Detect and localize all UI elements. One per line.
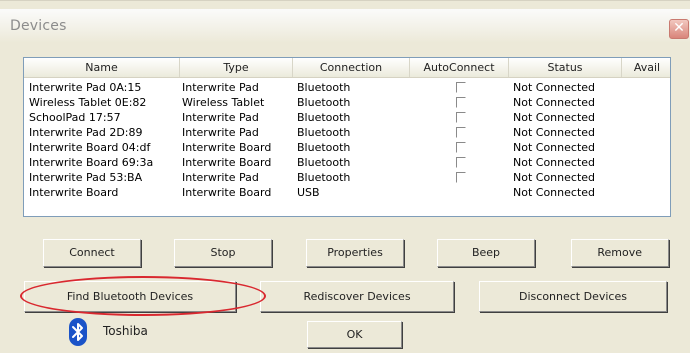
column-header-type[interactable]: Type	[180, 58, 293, 77]
device-status: Not Connected	[513, 126, 596, 139]
device-status: Not Connected	[513, 186, 596, 199]
device-name: Wireless Tablet 0E:82	[29, 96, 147, 109]
device-type: Interwrite Pad	[182, 126, 259, 139]
table-row[interactable]: SchoolPad 17:57 Interwrite Pad Bluetooth…	[24, 110, 670, 125]
table-row[interactable]: Interwrite Pad 53:BA Interwrite Pad Blue…	[24, 170, 670, 185]
device-type: Wireless Tablet	[182, 96, 265, 109]
bluetooth-icon	[69, 318, 87, 346]
title-bar	[0, 9, 690, 43]
autoconnect-checkbox[interactable]	[456, 97, 466, 108]
device-status: Not Connected	[513, 111, 596, 124]
connect-button[interactable]: Connect	[43, 239, 141, 267]
device-name: Interwrite Pad 53:BA	[29, 171, 143, 184]
device-status: Not Connected	[513, 96, 596, 109]
table-row[interactable]: Interwrite Board 04:df Interwrite Board …	[24, 140, 670, 155]
device-type: Interwrite Board	[182, 141, 272, 154]
close-button[interactable]: ✕	[669, 19, 689, 39]
autoconnect-checkbox[interactable]	[456, 172, 466, 183]
device-type: Interwrite Pad	[182, 81, 259, 94]
autoconnect-checkbox[interactable]	[456, 82, 466, 93]
device-connection: Bluetooth	[297, 111, 351, 124]
device-connection: Bluetooth	[297, 171, 351, 184]
bluetooth-rune	[72, 323, 83, 341]
disconnect-devices-button[interactable]: Disconnect Devices	[479, 281, 667, 312]
close-icon: ✕	[673, 20, 685, 36]
device-type: Interwrite Board	[182, 186, 272, 199]
device-name: Interwrite Pad 0A:15	[29, 81, 142, 94]
table-row[interactable]: Interwrite Board 69:3a Interwrite Board …	[24, 155, 670, 170]
device-status: Not Connected	[513, 156, 596, 169]
ok-button[interactable]: OK	[307, 321, 402, 348]
device-type: Interwrite Board	[182, 156, 272, 169]
device-name: Interwrite Pad 2D:89	[29, 126, 143, 139]
column-header-status[interactable]: Status	[509, 58, 622, 77]
highlight-ellipse	[20, 276, 266, 316]
table-row[interactable]: Interwrite Board Interwrite Board USB No…	[24, 185, 670, 200]
column-header-avail[interactable]: Avail	[622, 58, 670, 77]
table-row[interactable]: Interwrite Pad 0A:15 Interwrite Pad Blue…	[24, 80, 670, 95]
device-name: SchoolPad 17:57	[29, 111, 121, 124]
column-header-connection[interactable]: Connection	[293, 58, 410, 77]
bluetooth-stack-label: Toshiba	[103, 324, 148, 338]
stop-button[interactable]: Stop	[174, 239, 272, 267]
device-status: Not Connected	[513, 141, 596, 154]
device-connection: Bluetooth	[297, 126, 351, 139]
properties-button[interactable]: Properties	[306, 239, 404, 267]
device-type: Interwrite Pad	[182, 111, 259, 124]
device-status: Not Connected	[513, 171, 596, 184]
remove-button[interactable]: Remove	[571, 239, 669, 267]
device-name: Interwrite Board	[29, 186, 119, 199]
device-name: Interwrite Board 04:df	[29, 141, 151, 154]
column-header-name[interactable]: Name	[24, 58, 180, 77]
device-connection: Bluetooth	[297, 96, 351, 109]
device-name: Interwrite Board 69:3a	[29, 156, 154, 169]
beep-button[interactable]: Beep	[437, 239, 535, 267]
autoconnect-checkbox[interactable]	[456, 157, 466, 168]
device-status: Not Connected	[513, 81, 596, 94]
window-title: Devices	[10, 18, 67, 34]
devices-window: Devices ✕ Name Type Connection AutoConne…	[0, 0, 690, 353]
table-row[interactable]: Interwrite Pad 2D:89 Interwrite Pad Blue…	[24, 125, 670, 140]
table-row[interactable]: Wireless Tablet 0E:82 Wireless Tablet Bl…	[24, 95, 670, 110]
device-type: Interwrite Pad	[182, 171, 259, 184]
device-connection: Bluetooth	[297, 141, 351, 154]
list-header: Name Type Connection AutoConnect Status …	[24, 58, 670, 78]
rediscover-devices-button[interactable]: Rediscover Devices	[260, 281, 454, 312]
device-connection: USB	[297, 186, 320, 199]
device-connection: Bluetooth	[297, 81, 351, 94]
column-header-autoconnect[interactable]: AutoConnect	[410, 58, 509, 77]
autoconnect-checkbox[interactable]	[456, 127, 466, 138]
autoconnect-checkbox[interactable]	[456, 142, 466, 153]
device-connection: Bluetooth	[297, 156, 351, 169]
devices-list[interactable]: Name Type Connection AutoConnect Status …	[23, 57, 671, 217]
autoconnect-checkbox[interactable]	[456, 112, 466, 123]
